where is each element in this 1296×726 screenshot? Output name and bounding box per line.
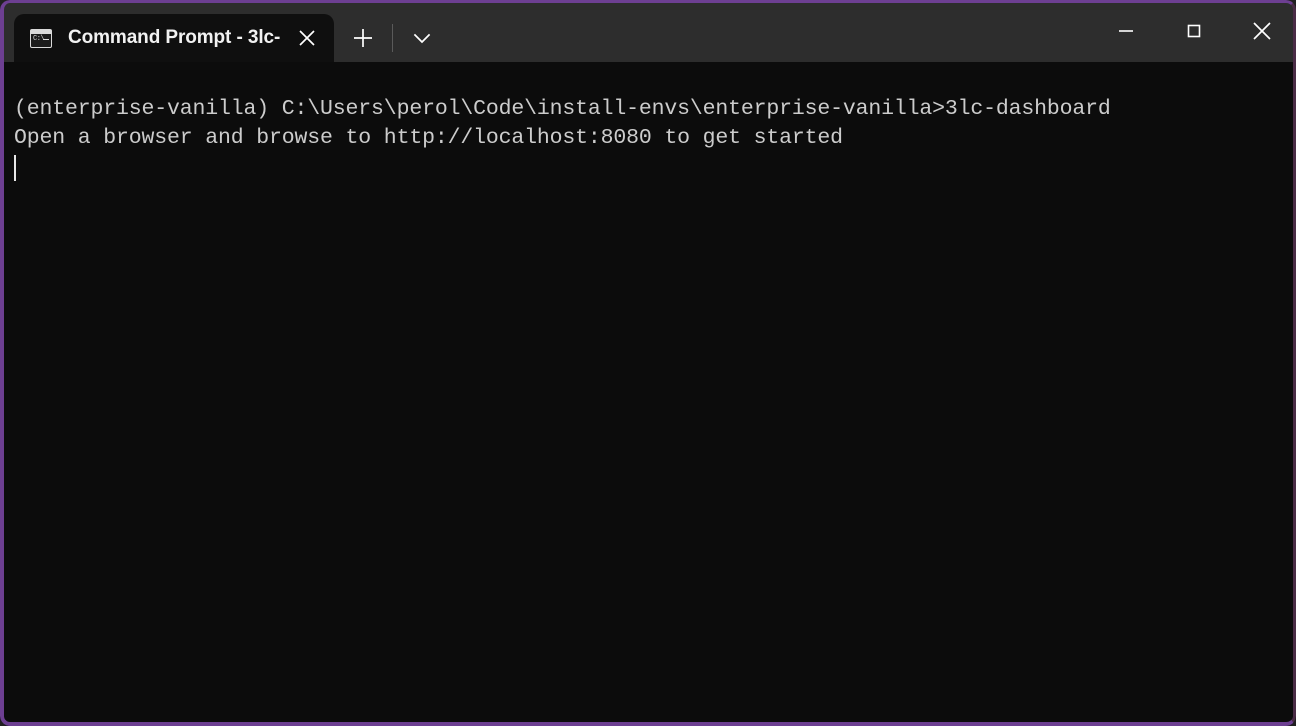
- terminal-line: (enterprise-vanilla) C:\Users\perol\Code…: [14, 97, 1111, 121]
- tab-title: Command Prompt - 3lc-dashboard: [68, 27, 280, 48]
- minimize-icon[interactable]: [1092, 0, 1160, 62]
- title-bar: C:\ Command Prompt - 3lc-dashboard: [0, 0, 1296, 62]
- terminal-line: Open a browser and browse to http://loca…: [14, 126, 843, 150]
- chevron-down-icon[interactable]: [397, 16, 447, 60]
- new-tab-icon[interactable]: [338, 16, 388, 60]
- tab-command-prompt[interactable]: C:\ Command Prompt - 3lc-dashboard: [14, 14, 334, 62]
- tab-strip-actions: [334, 14, 447, 62]
- terminal-output[interactable]: (enterprise-vanilla) C:\Users\perol\Code…: [0, 62, 1296, 726]
- close-icon[interactable]: [1228, 0, 1296, 62]
- tab-strip-divider: [392, 24, 393, 52]
- tab-strip: C:\ Command Prompt - 3lc-dashboard: [0, 0, 447, 62]
- command-prompt-icon-underscore: [43, 38, 49, 40]
- command-prompt-icon: C:\: [30, 28, 52, 48]
- maximize-icon[interactable]: [1160, 0, 1228, 62]
- console-window: C:\ Command Prompt - 3lc-dashboard: [0, 0, 1296, 726]
- caption-buttons: [1092, 0, 1296, 62]
- text-cursor: [14, 155, 16, 181]
- tab-close-icon[interactable]: [280, 14, 334, 62]
